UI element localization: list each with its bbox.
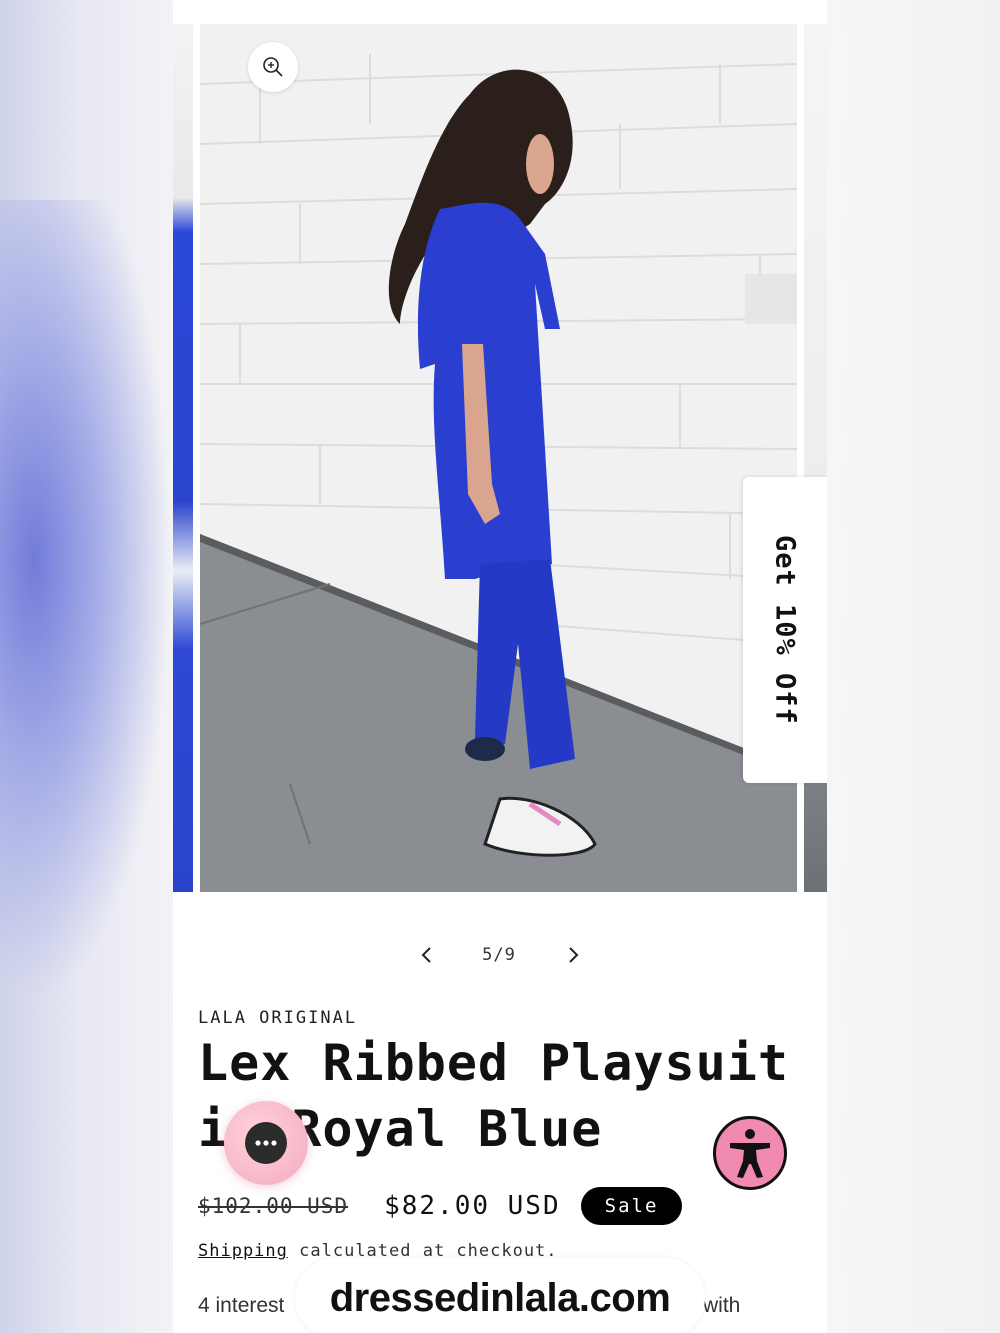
shipping-link[interactable]: Shipping bbox=[198, 1241, 288, 1261]
accessibility-icon bbox=[730, 1129, 770, 1178]
watermark-text: dressedinlala.com bbox=[329, 1275, 671, 1320]
sale-price: $82.00 USD bbox=[384, 1191, 561, 1221]
site-watermark: dressedinlala.com bbox=[295, 1258, 705, 1333]
zoom-in-icon bbox=[263, 57, 283, 77]
installments-text-end: with bbox=[703, 1294, 741, 1317]
product-vendor: LALA ORIGINAL bbox=[198, 1008, 358, 1028]
accessibility-button[interactable] bbox=[713, 1116, 787, 1190]
gallery-prev-button[interactable] bbox=[415, 943, 439, 967]
promo-label: Get 10% Off bbox=[769, 535, 801, 725]
installments-note: 4 interest with bbox=[198, 1294, 740, 1318]
price-row: $102.00 USD $82.00 USD Sale bbox=[198, 1186, 683, 1226]
promo-tab[interactable]: Get 10% Off bbox=[743, 477, 827, 783]
background-blur bbox=[0, 200, 173, 1000]
product-gallery[interactable] bbox=[173, 24, 827, 892]
gallery-next-button[interactable] bbox=[561, 943, 585, 967]
chat-bubble-icon bbox=[245, 1122, 287, 1164]
gallery-slide-current[interactable] bbox=[200, 24, 797, 892]
chevron-right-icon bbox=[569, 947, 579, 963]
gallery-pager: 5/9 bbox=[173, 935, 827, 975]
zoom-button[interactable] bbox=[248, 42, 298, 92]
chat-button[interactable] bbox=[224, 1101, 308, 1185]
chevron-left-icon bbox=[421, 947, 431, 963]
installments-text-start: 4 interest bbox=[198, 1294, 285, 1317]
gallery-slide-previous[interactable] bbox=[173, 24, 193, 892]
product-photo bbox=[200, 24, 797, 892]
sale-badge: Sale bbox=[580, 1187, 683, 1225]
gallery-counter: 5/9 bbox=[482, 945, 516, 965]
regular-price: $102.00 USD bbox=[198, 1194, 349, 1218]
